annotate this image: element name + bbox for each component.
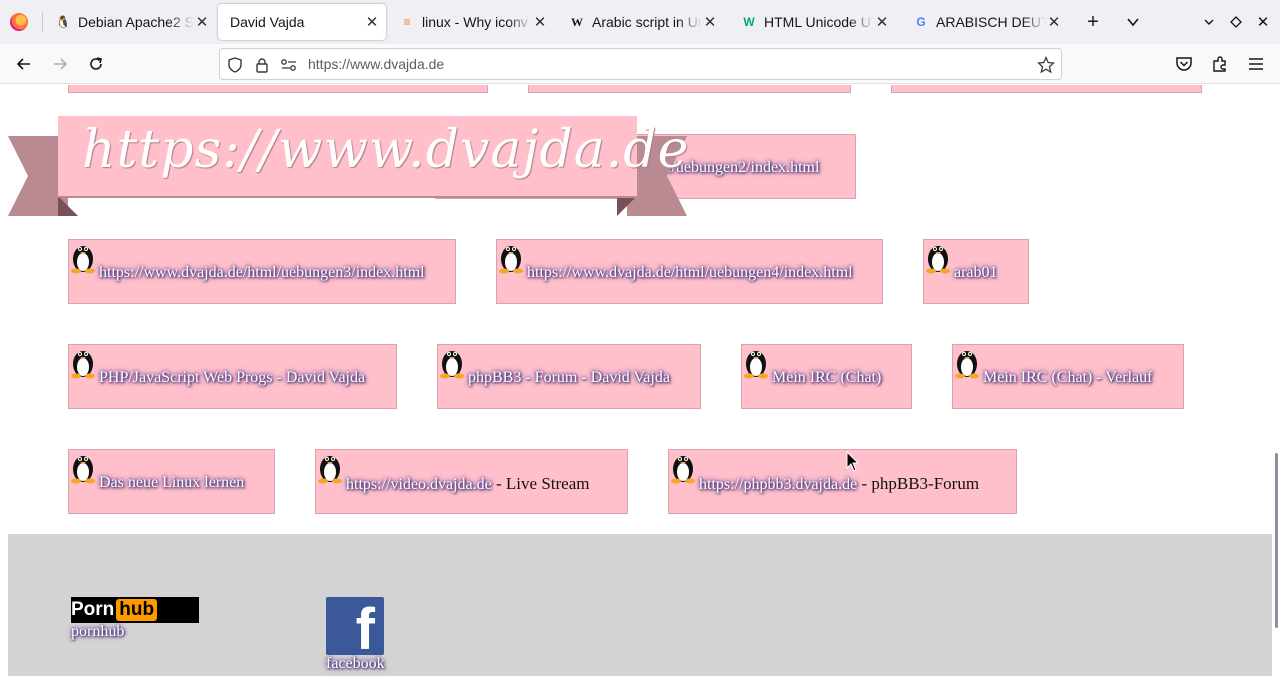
url-bar[interactable]: https://www.dvajda.de (219, 48, 1062, 80)
lock-icon[interactable] (253, 56, 271, 74)
tux-icon (671, 456, 695, 484)
tux-icon (499, 246, 523, 274)
footer: Porn hub pornhub f facebook (8, 534, 1272, 676)
page-content: l/uebungen2/index.html https://www.dvajd… (0, 85, 1280, 676)
new-tab-plus-icon[interactable]: + (1083, 11, 1103, 33)
tux-icon (71, 351, 95, 379)
reload-icon[interactable] (85, 53, 107, 75)
extensions-puzzle-icon[interactable] (1209, 53, 1231, 75)
link-box-uebungen3[interactable]: https://www.dvajda.de/html/uebungen3/ind… (68, 239, 456, 304)
close-tab-icon[interactable]: ✕ (364, 13, 380, 31)
link-box-irc-chat[interactable]: Mein IRC (Chat) (741, 344, 912, 409)
tux-icon (955, 351, 979, 379)
mouse-cursor-icon (846, 451, 860, 472)
link-box-irc-verlauf[interactable]: Mein IRC (Chat) - Verlauf (952, 344, 1184, 409)
link-uebungen3[interactable]: https://www.dvajda.de/html/uebungen3/ind… (99, 264, 425, 282)
tux-icon (71, 246, 95, 274)
tux-icon (926, 246, 950, 274)
tab-separator (42, 12, 43, 32)
tab-david-vajda[interactable]: David Vajda ✕ (218, 4, 386, 40)
tracking-shield-icon[interactable] (226, 56, 244, 74)
wikipedia-icon: W (571, 14, 583, 29)
tab-arabic-script[interactable]: W Arabic script in Uni ✕ (558, 4, 724, 40)
maximize-diamond-icon[interactable] (1226, 12, 1246, 32)
tux-icon (71, 456, 95, 484)
navigation-bar: https://www.dvajda.de (0, 44, 1280, 84)
tux-icon: 🐧 (55, 15, 71, 29)
tab-html-unicode[interactable]: W HTML Unicode UTF ✕ (730, 4, 896, 40)
back-arrow-icon[interactable] (13, 53, 35, 75)
link-box-video-stream[interactable]: https://video.dvajda.de - Live Stream (315, 449, 628, 514)
close-tab-icon[interactable]: ✕ (1046, 13, 1062, 31)
banner-title: https://www.dvajda.de (82, 120, 690, 180)
menu-hamburger-icon[interactable] (1245, 53, 1267, 75)
link-box-phpbb3-dvajda[interactable]: https://phpbb3.dvajda.de - phpBB3-Forum (668, 449, 1017, 514)
pornhub-logo[interactable]: Porn hub (71, 597, 199, 623)
google-icon: G (916, 15, 926, 29)
link-box-php-js[interactable]: PHP/JavaScript Web Progs - David Vajda (68, 344, 397, 409)
tux-icon (744, 351, 768, 379)
link-box-cut[interactable] (891, 85, 1202, 93)
link-suffix-phpbb3-forum: - phpBB3-Forum (857, 474, 980, 493)
firefox-view-icon[interactable] (10, 13, 28, 31)
link-phpbb3-forum[interactable]: phpBB3 - Forum - David Vajda (468, 369, 670, 387)
close-tab-icon[interactable]: ✕ (702, 13, 718, 31)
permissions-icon[interactable] (280, 56, 298, 74)
close-tab-icon[interactable]: ✕ (194, 13, 210, 31)
link-box-uebungen4[interactable]: https://www.dvajda.de/html/uebungen4/ind… (496, 239, 883, 304)
close-tab-icon[interactable]: ✕ (874, 13, 890, 31)
stackexchange-icon: ≡ (403, 15, 411, 29)
pornhub-logo-hub: hub (116, 599, 158, 621)
link-linux-lernen[interactable]: Das neue Linux lernen (99, 474, 244, 492)
link-box-cut[interactable] (528, 85, 851, 93)
facebook-f-icon: f (355, 597, 375, 662)
link-uebungen2[interactable]: l/uebungen2/index.html (667, 159, 819, 177)
link-box-cut[interactable] (68, 85, 488, 93)
link-arab01[interactable]: arab01 (954, 264, 998, 282)
tab-debian-apache[interactable]: 🐧 Debian Apache2 S ✕ (44, 4, 216, 40)
close-tab-icon[interactable]: ✕ (532, 13, 548, 31)
link-irc-verlauf[interactable]: Mein IRC (Chat) - Verlauf (983, 369, 1152, 387)
link-irc-chat[interactable]: Mein IRC (Chat) (772, 369, 881, 387)
vertical-scrollbar[interactable] (1275, 453, 1278, 628)
list-all-tabs-chevron-icon[interactable] (1123, 12, 1143, 32)
facebook-logo[interactable]: f (326, 597, 384, 659)
link-phpbb3-dvajda[interactable]: https://phpbb3.dvajda.de - phpBB3-Forum (699, 474, 979, 494)
link-uebungen4[interactable]: https://www.dvajda.de/html/uebungen4/ind… (527, 264, 853, 282)
site-banner: https://www.dvajda.de (58, 116, 688, 198)
facebook-link[interactable]: facebook (326, 655, 385, 673)
pornhub-logo-porn: Porn (71, 599, 115, 620)
link-box-linux-lernen[interactable]: Das neue Linux lernen (68, 449, 275, 514)
minimize-chevron-icon[interactable] (1199, 12, 1219, 32)
tab-arabisch-deutsch[interactable]: G ARABISCH DEUTSC ✕ (902, 4, 1068, 40)
close-window-icon[interactable]: ✕ (1253, 12, 1273, 32)
pocket-icon[interactable] (1173, 53, 1195, 75)
link-video-url[interactable]: https://video.dvajda.de (346, 476, 492, 493)
link-video-dvajda[interactable]: https://video.dvajda.de - Live Stream (346, 474, 589, 494)
tux-icon (440, 351, 464, 379)
link-box-arab01[interactable]: arab01 (923, 239, 1029, 304)
tux-icon (318, 456, 342, 484)
url-text[interactable]: https://www.dvajda.de (308, 56, 444, 72)
w3schools-icon: W (743, 15, 755, 29)
bookmark-star-icon[interactable] (1037, 56, 1055, 74)
link-php-js-progs[interactable]: PHP/JavaScript Web Progs - David Vajda (99, 369, 365, 387)
forward-arrow-icon[interactable] (49, 53, 71, 75)
tab-linux-iconv[interactable]: ≡ linux - Why iconv c ✕ (388, 4, 554, 40)
link-box-phpbb3-forum[interactable]: phpBB3 - Forum - David Vajda (437, 344, 701, 409)
tab-bar: 🐧 Debian Apache2 S ✕ David Vajda ✕ ≡ lin… (0, 0, 1280, 44)
link-suffix-live-stream: - Live Stream (491, 474, 590, 493)
pornhub-link[interactable]: pornhub (71, 623, 124, 641)
link-phpbb3-url[interactable]: https://phpbb3.dvajda.de (699, 476, 857, 493)
